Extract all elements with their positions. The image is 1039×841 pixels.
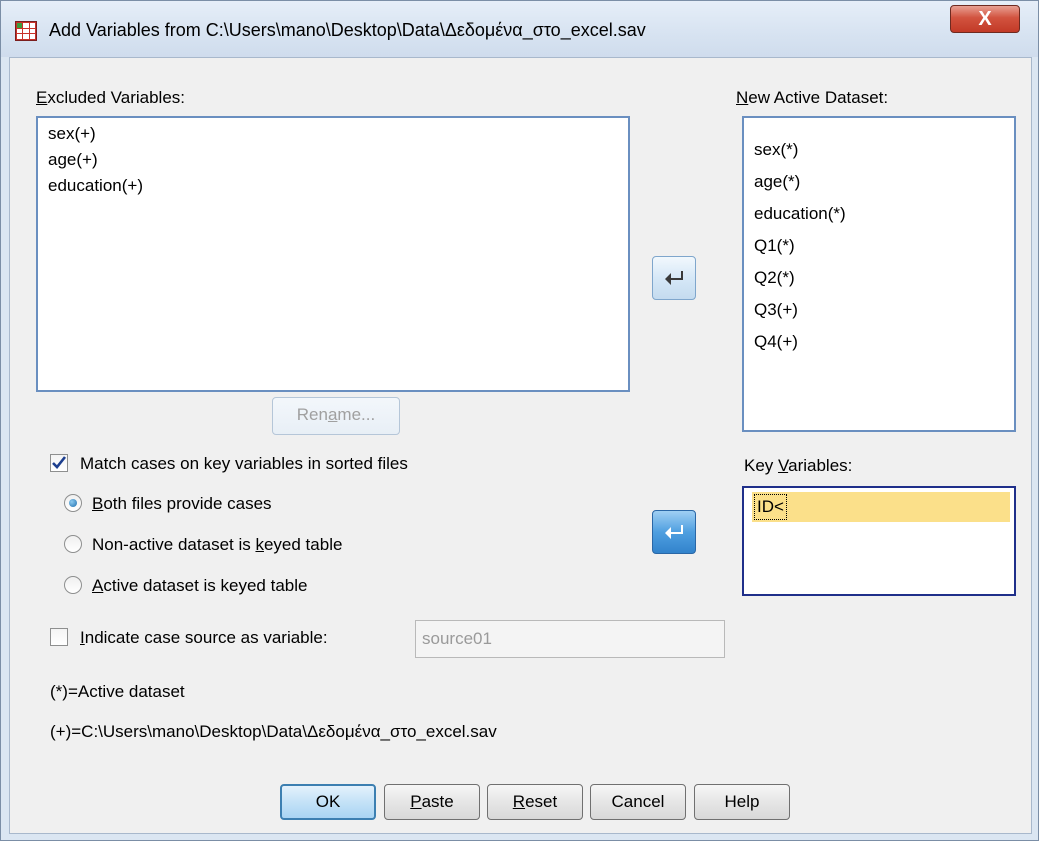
dialog-window: Add Variables from C:\Users\mano\Desktop…: [0, 0, 1039, 841]
list-item[interactable]: ID<: [752, 492, 1010, 522]
rename-button[interactable]: Rename...: [272, 397, 400, 435]
list-item[interactable]: education(*): [754, 204, 846, 224]
match-cases-checkbox[interactable]: [50, 454, 68, 472]
radio-non-active-keyed-label[interactable]: Non-active dataset is keyed table: [92, 535, 342, 555]
window-title: Add Variables from C:\Users\mano\Desktop…: [49, 20, 646, 40]
key-variables-list[interactable]: ID<: [742, 486, 1016, 596]
indicate-source-label: Indicate case source as variable:: [80, 628, 328, 647]
left-arrow-icon: [665, 525, 683, 539]
paste-button[interactable]: Paste: [384, 784, 480, 820]
title-bar[interactable]: Add Variables from C:\Users\mano\Desktop…: [1, 1, 1038, 57]
excluded-variables-list[interactable]: sex(+) age(+) education(+): [36, 116, 630, 392]
reset-button[interactable]: Reset: [487, 784, 583, 820]
radio-selected-dot: [69, 499, 77, 507]
list-item[interactable]: sex(+): [48, 124, 96, 144]
non-active-dataset-note: (+)=C:\Users\mano\Desktop\Data\Δεδομένα_…: [50, 722, 497, 741]
spss-data-grid-icon: [15, 21, 37, 41]
help-button[interactable]: Help: [694, 784, 790, 820]
list-item[interactable]: age(+): [48, 150, 98, 170]
cancel-button[interactable]: Cancel: [590, 784, 686, 820]
active-dataset-note: (*)=Active dataset: [50, 682, 185, 701]
radio-active-keyed-label[interactable]: Active dataset is keyed table: [92, 576, 307, 596]
checkmark-icon: [52, 456, 67, 469]
list-item[interactable]: Q2(*): [754, 268, 795, 288]
list-item[interactable]: Q4(+): [754, 332, 798, 352]
source-variable-field[interactable]: source01: [415, 620, 725, 658]
list-item[interactable]: Q3(+): [754, 300, 798, 320]
key-variable-name: ID<: [754, 494, 787, 520]
dialog-body: Excluded Variables: sex(+) age(+) educat…: [9, 57, 1032, 834]
indicate-source-checkbox[interactable]: [50, 628, 68, 646]
left-arrow-icon: [665, 271, 683, 285]
list-item[interactable]: education(+): [48, 176, 143, 196]
radio-active-keyed[interactable]: [64, 576, 82, 594]
key-variables-label: Key Variables:: [744, 456, 853, 475]
move-to-key-variables-button[interactable]: [652, 510, 696, 554]
new-active-dataset-list[interactable]: sex(*) age(*) education(*) Q1(*) Q2(*) Q…: [742, 116, 1016, 432]
list-item[interactable]: sex(*): [754, 140, 798, 160]
ok-button[interactable]: OK: [280, 784, 376, 820]
radio-both-files[interactable]: [64, 494, 82, 512]
move-to-excluded-button[interactable]: [652, 256, 696, 300]
list-item[interactable]: Q1(*): [754, 236, 795, 256]
excluded-variables-label: Excluded Variables:: [36, 88, 185, 107]
radio-non-active-keyed[interactable]: [64, 535, 82, 553]
close-button[interactable]: X: [950, 5, 1020, 33]
list-item[interactable]: age(*): [754, 172, 800, 192]
new-active-dataset-label: New Active Dataset:: [736, 88, 889, 107]
match-cases-label: Match cases on key variables in sorted f…: [80, 454, 408, 473]
radio-both-files-label[interactable]: Both files provide cases: [92, 494, 272, 514]
